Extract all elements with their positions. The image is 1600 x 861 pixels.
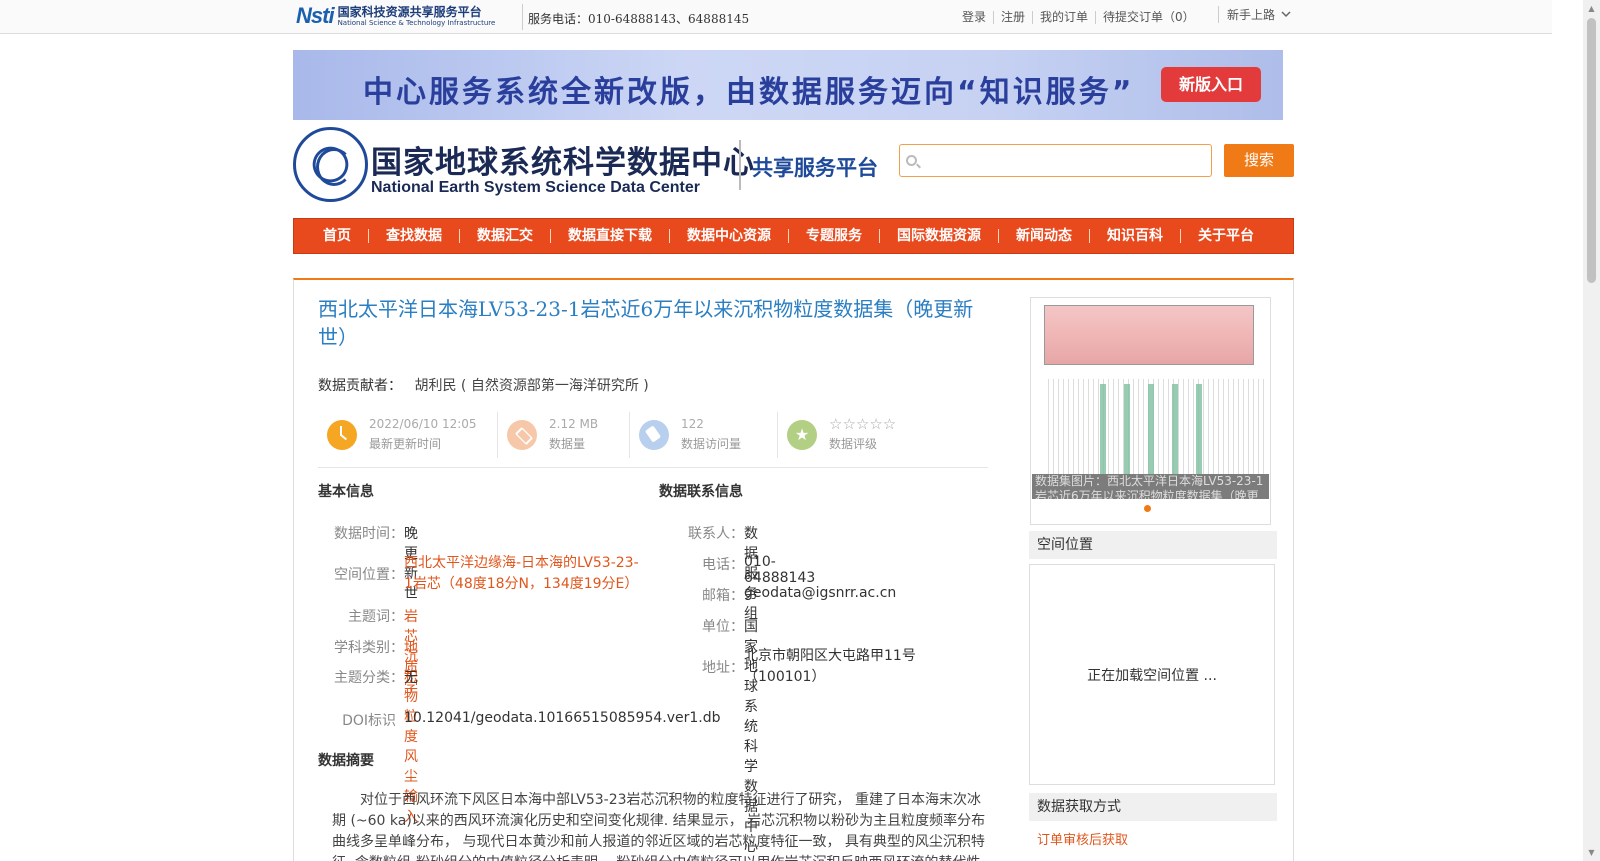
info-row-doi: DOI标识 10.12041/geodata.10166515085954.ve… <box>326 710 720 730</box>
carousel-dot[interactable] <box>1144 505 1151 512</box>
dataset-image-carousel[interactable]: 数据集图片：西北太平洋日本海LV53-23-1岩芯近6万年以来沉积物粒度数据集（… <box>1030 297 1271 525</box>
nav-about[interactable]: 关于平台 <box>1181 229 1271 243</box>
stat-visits: 122 数据访问量 <box>630 412 778 458</box>
space-value-link[interactable]: 西北太平洋边缘海-日本海的LV53-23-1岩芯（48度18分N，134度19分… <box>404 553 644 595</box>
contact-row-email: 邮箱： geodata@igsnrr.ac.cn <box>670 585 896 605</box>
rating-stars[interactable]: ☆☆☆☆☆ <box>829 415 896 433</box>
contact-row-phone: 电话： 010-64888143 <box>670 554 815 586</box>
contact-address-value: 北京市朝阳区大屯路甲11号（100101） <box>744 648 916 685</box>
info-row-category: 主题分类： 无 <box>326 667 418 687</box>
contact-row-address: 地址： 北京市朝阳区大屯路甲11号（100101） <box>670 646 929 688</box>
page-scrollbar[interactable]: ▲ ▼ <box>1583 0 1600 861</box>
contact-phone-label: 电话： <box>702 557 744 573</box>
platform-divider <box>739 140 741 190</box>
updated-label: 最新更新时间 <box>369 437 442 451</box>
data-center-name-en: National Earth System Science Data Cente… <box>371 179 701 196</box>
platform-title: 共享服务平台 <box>752 156 878 180</box>
thumbnail-map-figure <box>1044 305 1254 365</box>
announcement-banner[interactable]: 中心服务系统全新改版，由数据服务迈向“知识服务” 新版入口 <box>293 50 1283 120</box>
contributor-label: 数据贡献者： <box>318 378 402 394</box>
scroll-up-arrow-icon[interactable]: ▲ <box>1583 0 1600 17</box>
nav-direct-download[interactable]: 数据直接下载 <box>551 229 670 243</box>
new-version-button[interactable]: 新版入口 <box>1161 67 1261 102</box>
register-link[interactable]: 注册 <box>994 11 1034 24</box>
my-orders-link[interactable]: 我的订单 <box>1033 11 1097 24</box>
data-center-logo[interactable]: 国家地球系统科学数据中心 National Earth System Scien… <box>293 127 754 203</box>
main-nav: 首页 查找数据 数据汇交 数据直接下载 数据中心资源 专题服务 国际数据资源 新… <box>293 218 1294 254</box>
banner-text: 中心服务系统全新改版，由数据服务迈向“知识服务” <box>363 75 1135 110</box>
abstract-title: 数据摘要 <box>318 753 374 769</box>
nsti-brand-mark: Nsti <box>296 3 335 28</box>
nsti-logo-cn: 国家科技资源共享服务平台 <box>337 4 482 19</box>
search-box <box>899 144 1212 177</box>
chevron-down-icon <box>1281 11 1291 18</box>
space-location-map[interactable]: 正在加载空间位置 ... <box>1029 564 1275 785</box>
thumbnail-caption: 数据集图片：西北太平洋日本海LV53-23-1岩芯近6万年以来沉积物粒度数据集（… <box>1032 474 1269 499</box>
nav-data-submission[interactable]: 数据汇交 <box>460 229 551 243</box>
contact-email-label: 邮箱： <box>702 588 744 604</box>
data-center-name-cn: 国家地球系统科学数据中心 <box>371 145 755 181</box>
updated-value: 2022/06/10 12:05 <box>369 417 477 431</box>
beginner-guide-menu[interactable]: 新手上路 <box>1218 6 1291 23</box>
stat-size: 2.12 MB 数据量 <box>498 412 630 458</box>
top-links: 登录 注册 我的订单 待提交订单（0） <box>955 11 1202 24</box>
search-input[interactable] <box>922 145 1207 176</box>
clock-icon <box>327 420 357 450</box>
visits-label: 数据访问量 <box>681 437 742 451</box>
stat-rating: ☆☆☆☆☆ 数据评级 <box>778 412 928 458</box>
access-method-title: 数据获取方式 <box>1029 793 1277 821</box>
search-icon <box>906 155 917 166</box>
thumbnail-bars-figure <box>1092 384 1202 474</box>
database-icon <box>507 420 537 450</box>
login-link[interactable]: 登录 <box>955 11 995 24</box>
search-button[interactable]: 搜索 <box>1224 144 1294 177</box>
nav-international-resources[interactable]: 国际数据资源 <box>880 229 999 243</box>
topbar-divider <box>522 4 523 30</box>
dataset-stats: 2022/06/10 12:05 最新更新时间 2.12 MB 数据量 122 … <box>318 412 988 468</box>
space-location-title: 空间位置 <box>1029 531 1277 559</box>
doi-label: DOI标识 <box>342 713 396 729</box>
dataset-title: 西北太平洋日本海LV53-23-1岩芯近6万年以来沉积物粒度数据集（晚更新世） <box>318 297 974 349</box>
abstract-text: 对位于西风环流下风区日本海中部LV53-23岩芯沉积物的粒度特征进行了研究， 重… <box>332 792 986 861</box>
data-center-emblem-icon <box>293 127 368 202</box>
nav-find-data[interactable]: 查找数据 <box>369 229 460 243</box>
scroll-down-arrow-icon[interactable]: ▼ <box>1583 844 1600 861</box>
nsti-logo-en: National Science & Technology Infrastruc… <box>337 18 496 27</box>
nav-topic-services[interactable]: 专题服务 <box>789 229 880 243</box>
nav-home[interactable]: 首页 <box>311 229 369 243</box>
map-loading-text: 正在加载空间位置 ... <box>1087 667 1217 684</box>
dataset-thumbnail[interactable]: 数据集图片：西北太平洋日本海LV53-23-1岩芯近6万年以来沉积物粒度数据集（… <box>1032 299 1269 499</box>
basic-info-title: 基本信息 <box>318 484 374 500</box>
beginner-guide-label: 新手上路 <box>1227 8 1276 22</box>
nsti-logo[interactable]: Nsti 国家科技资源共享服务平台 National Science & Tec… <box>296 3 495 29</box>
category-label: 主题分类： <box>334 670 404 686</box>
top-bar: Nsti 国家科技资源共享服务平台 National Science & Tec… <box>0 0 1552 34</box>
stat-updated: 2022/06/10 12:05 最新更新时间 <box>318 412 498 458</box>
category-value: 无 <box>404 670 418 686</box>
star-icon <box>787 420 817 450</box>
scroll-thumb[interactable] <box>1587 18 1596 283</box>
size-value: 2.12 MB <box>549 417 599 431</box>
visits-icon <box>639 420 669 450</box>
nav-knowledge[interactable]: 知识百科 <box>1090 229 1181 243</box>
contact-phone-value: 010-64888143 <box>744 554 816 586</box>
contributor: 数据贡献者： 胡利民 ( 自然资源部第一海洋研究所 ) <box>318 375 649 395</box>
nav-center-resources[interactable]: 数据中心资源 <box>670 229 789 243</box>
contact-info-title: 数据联系信息 <box>659 484 743 500</box>
visits-value: 122 <box>681 417 704 431</box>
space-label: 空间位置： <box>334 567 404 583</box>
contact-email-value: geodata@igsnrr.ac.cn <box>744 585 897 601</box>
info-row-space: 空间位置： 西北太平洋边缘海-日本海的LV53-23-1岩芯（48度18分N，1… <box>326 553 644 595</box>
rating-label: 数据评级 <box>829 437 878 451</box>
size-label: 数据量 <box>549 437 586 451</box>
contact-address-label: 地址： <box>702 660 744 676</box>
nav-news[interactable]: 新闻动态 <box>999 229 1090 243</box>
service-phone: 服务电话：010-64888143、64888145 <box>528 12 750 26</box>
access-method-link[interactable]: 订单审核后获取 <box>1037 829 1128 848</box>
contributor-value: 胡利民 ( 自然资源部第一海洋研究所 ) <box>414 378 649 394</box>
pending-orders-link[interactable]: 待提交订单（0） <box>1096 11 1202 24</box>
